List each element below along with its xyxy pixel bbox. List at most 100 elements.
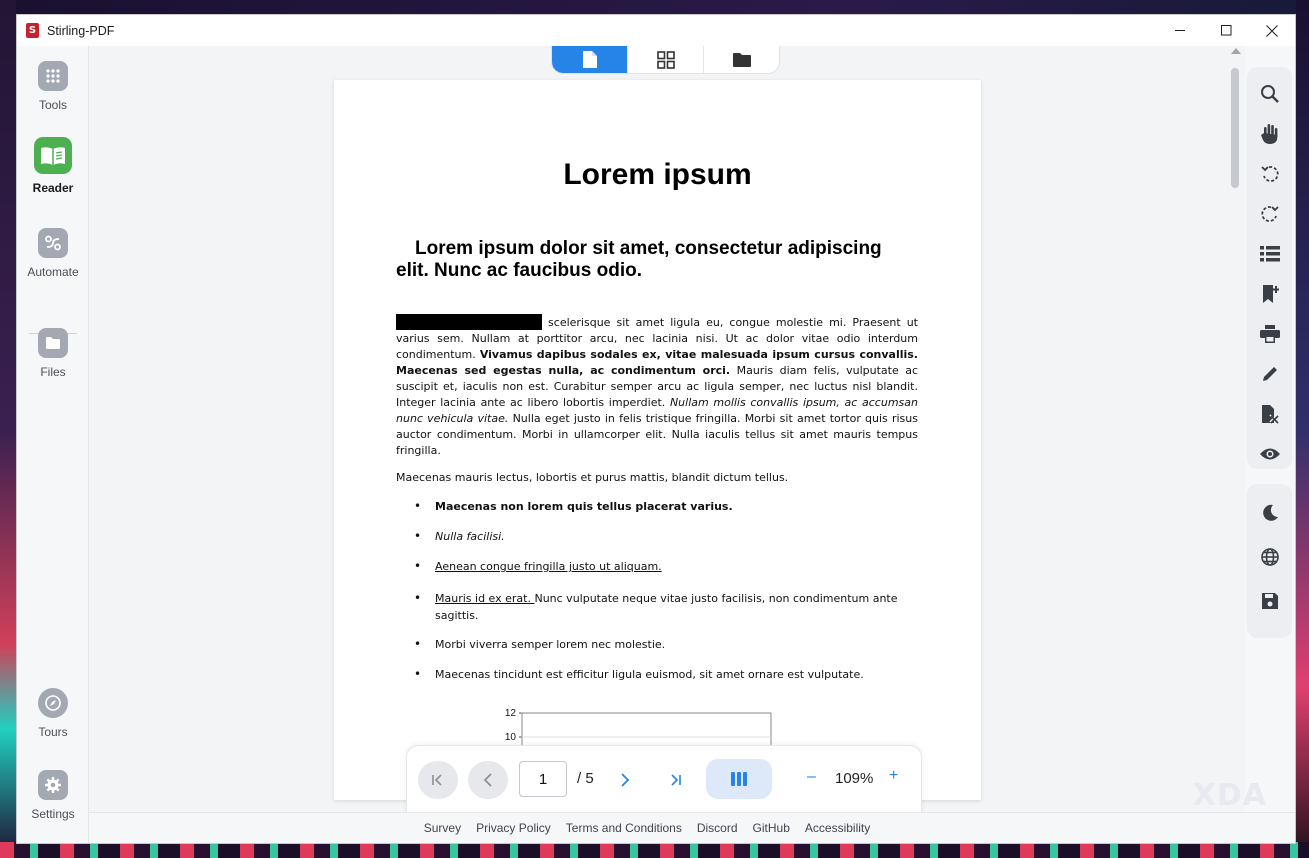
document-heading: Lorem ipsum dolor sit amet, consectetur … [396,238,882,281]
automate-flow-icon [38,228,68,258]
list-item-link[interactable]: Mauris id ex erat. [435,592,534,605]
scroll-thumb[interactable] [1231,68,1239,188]
list-item-text: Morbi viverra semper lorem nec molestie. [435,638,666,651]
search-icon[interactable] [1259,83,1281,105]
book-open-icon [34,137,72,174]
sidebar-item-label: Settings [31,807,75,821]
list-item: Nulla facilisi. [396,528,918,545]
sidebar-item-settings[interactable]: Settings [17,770,89,821]
scroll-up-arrow[interactable] [1231,48,1241,54]
list-icon[interactable] [1259,243,1281,265]
folder-icon [38,328,68,358]
file-remove-icon[interactable] [1259,403,1281,425]
document-list: Maecenas non lorem quis tellus placerat … [396,498,918,683]
window-controls [1157,15,1295,46]
right-toolbar [1245,46,1295,812]
close-button[interactable] [1249,15,1295,46]
sidebar-item-label: Reader [32,181,74,195]
document-paragraph-2: Maecenas mauris lectus, lobortis et puru… [396,471,789,484]
chevron-right-icon [621,773,630,787]
gear-icon [38,770,68,800]
rotate-left-icon[interactable] [1259,163,1281,185]
folder-icon [732,52,751,67]
list-item-text: Maecenas tincidunt est efficitur ligula … [435,668,864,681]
list-item: Maecenas non lorem quis tellus placerat … [396,498,918,515]
sidebar-item-tools[interactable]: Tools [17,61,89,112]
sidebar-item-label: Automate [27,265,79,279]
vertical-scrollbar[interactable] [1227,46,1245,812]
desktop-wallpaper-left [0,0,16,858]
zoom-level: 109% [835,770,874,787]
tab-single-page[interactable] [552,46,628,73]
tab-file-manager[interactable] [704,46,779,73]
moon-icon[interactable] [1259,502,1281,524]
eye-icon[interactable] [1259,443,1281,465]
list-item: Mauris id ex erat. Nunc vulputate neque … [396,590,918,624]
desktop-wallpaper-bottom [0,842,1309,858]
apps-grid-icon [38,61,68,91]
sidebar-item-files[interactable]: Files [17,328,89,379]
grid-icon [656,50,675,69]
document-viewer: Lorem ipsum Lorem ipsum dolor sit amet, … [89,46,1245,815]
sidebar-item-automate[interactable]: Automate [17,228,89,279]
pdf-page: Lorem ipsum Lorem ipsum dolor sit amet, … [334,80,981,800]
globe-icon[interactable] [1259,546,1281,568]
page-number-input[interactable] [519,761,567,797]
view-switcher [551,46,780,74]
chart-plot-area [521,712,772,754]
document-paragraph: scelerisque sit amet ligula eu, congue m… [396,314,918,459]
last-page-icon [671,774,681,786]
redaction-box [396,314,542,330]
list-item: Morbi viverra semper lorem nec molestie. [396,636,918,653]
maximize-button[interactable] [1203,15,1249,46]
dual-page-toggle[interactable] [706,759,772,799]
list-item-text: Maecenas non lorem quis tellus placerat … [435,500,733,513]
sidebar-item-tours[interactable]: Tours [17,688,89,739]
zoom-in-button[interactable]: + [889,767,898,785]
app-settings-group [1247,484,1292,638]
app-window: S Stirling-PDF Tools Reader Automate Fil… [16,14,1296,844]
document-title: Lorem ipsum [563,158,752,191]
window-title: Stirling-PDF [47,23,115,38]
save-icon[interactable] [1259,590,1281,612]
footer-link-accessibility[interactable]: Accessibility [805,821,870,835]
previous-page-button[interactable] [468,761,508,799]
chevron-left-icon [483,773,492,787]
first-page-button[interactable] [418,761,458,799]
first-page-icon [432,774,442,786]
page-total: / 5 [577,770,594,787]
footer-link-github[interactable]: GitHub [753,821,790,835]
footer-link-survey[interactable]: Survey [424,821,461,835]
viewer-tools-group [1247,67,1292,469]
page-navigation-toolbar: / 5 – 109% + [406,745,922,815]
footer: Survey Privacy Policy Terms and Conditio… [89,812,1295,843]
tab-page-grid[interactable] [628,46,704,73]
sidebar-item-label: Tours [38,725,68,739]
sidebar-item-label: Files [40,365,66,379]
columns-icon [731,772,747,786]
pan-hand-icon[interactable] [1259,123,1281,145]
last-page-button[interactable] [655,761,695,799]
bookmark-add-icon[interactable] [1259,283,1281,305]
list-item: Maecenas tincidunt est efficitur ligula … [396,666,918,683]
next-page-button[interactable] [605,761,645,799]
list-item-link[interactable]: Aenean congue fringilla justo ut aliquam… [435,560,662,573]
xda-watermark-logo: XDA [1192,778,1267,813]
footer-link-terms[interactable]: Terms and Conditions [566,821,682,835]
app-logo-icon: S [26,23,39,38]
minimize-button[interactable] [1157,15,1203,46]
list-item: Aenean congue fringilla justo ut aliquam… [396,558,918,575]
footer-link-privacy[interactable]: Privacy Policy [476,821,551,835]
sidebar-item-reader[interactable]: Reader [17,137,89,195]
left-sidebar: Tools Reader Automate Files Tours Settin… [17,46,89,843]
list-item-text: Nulla facilisi. [435,530,505,543]
print-icon[interactable] [1259,323,1281,345]
compass-icon [38,688,68,718]
minimize-icon [1174,30,1185,31]
zoom-out-button[interactable]: – [807,768,816,786]
sidebar-item-label: Tools [38,98,67,112]
embedded-chart: 12 10 [494,708,784,754]
footer-link-discord[interactable]: Discord [697,821,738,835]
rotate-right-icon[interactable] [1259,203,1281,225]
pencil-icon[interactable] [1259,363,1281,385]
